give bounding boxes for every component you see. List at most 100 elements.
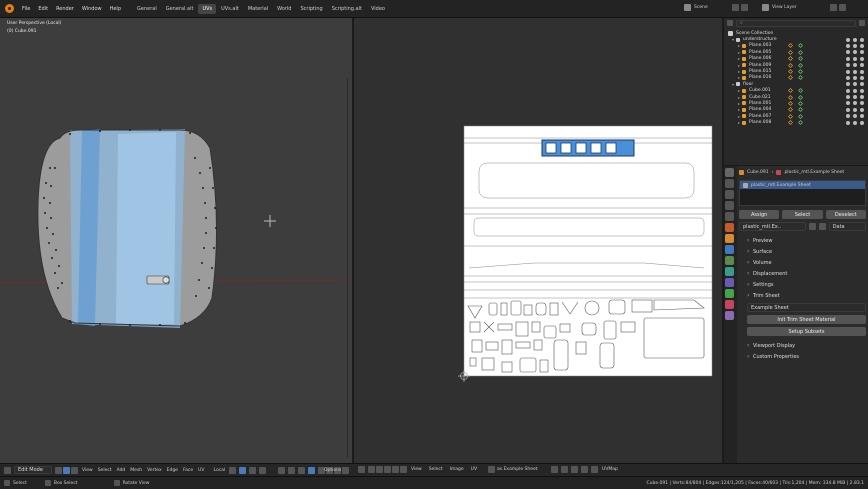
select-toggle-icon[interactable] [846,107,850,112]
proportional-edit-icon[interactable] [259,466,267,474]
uv-sync-icon[interactable] [368,466,375,473]
viewport-menu-mesh[interactable]: Mesh [130,468,142,473]
panel-settings[interactable]: Settings [739,279,866,290]
select-toggle-icon[interactable] [846,69,850,74]
face-select-icon[interactable] [71,466,78,474]
pivot-dropdown[interactable]: Local [214,468,226,473]
unlink-material-icon[interactable] [818,223,826,230]
tab-general[interactable]: General [133,4,161,14]
uv-editor-type-icon[interactable] [358,466,365,473]
mesh-object-icon[interactable] [742,75,747,80]
menu-file[interactable]: File [22,6,30,12]
uv-island-select-icon[interactable] [400,466,407,473]
menu-help[interactable]: Help [110,6,121,12]
panel-trim-sheet[interactable]: Trim Sheet [739,290,866,301]
camera-icon[interactable] [860,63,864,68]
uv-image-canvas[interactable] [354,18,723,463]
uv-menu-image[interactable]: Image [450,467,464,472]
expand-chevron-icon[interactable]: ▸ [738,120,740,125]
data-tab-icon[interactable] [725,289,734,298]
mesh-object-icon[interactable] [742,63,747,68]
blender-logo-icon[interactable] [5,4,14,13]
select-toggle-icon[interactable] [846,120,850,125]
visibility-icon[interactable] [278,466,286,474]
eye-icon[interactable] [853,50,857,55]
scene-name[interactable]: Scene [694,5,732,10]
viewport-menu-view[interactable]: View [82,468,93,473]
init-trim-sheet-button[interactable]: Init Trim Sheet Material [747,315,866,324]
camera-icon[interactable] [860,50,864,55]
new-view-layer-icon[interactable] [830,4,837,11]
viewport-menu-edge[interactable]: Edge [167,468,178,473]
shading-rendered-icon[interactable] [342,466,350,474]
mesh-object-icon[interactable] [742,101,747,106]
select-toggle-icon[interactable] [846,101,850,106]
eye-icon[interactable] [853,88,857,93]
new-scene-icon[interactable] [732,4,739,11]
select-toggle-icon[interactable] [846,95,850,100]
modifier-tab-icon[interactable] [725,245,734,254]
select-button[interactable]: Select [782,210,823,219]
camera-icon[interactable] [860,107,864,112]
camera-icon[interactable] [860,69,864,74]
mesh-object-icon[interactable] [742,69,747,74]
material-datablock-field[interactable]: plastic_mtl.Ex.. [739,222,806,231]
uv-face-select-icon[interactable] [392,466,399,473]
viewport-menu-add[interactable]: Add [117,468,126,473]
camera-icon[interactable] [860,88,864,93]
scene-selector[interactable]: Scene [684,4,748,11]
edge-select-icon[interactable] [63,466,70,474]
tab-scripting-alt[interactable]: Scripting.alt [328,4,366,14]
uv-display-icon[interactable] [591,466,599,473]
mesh-object-icon[interactable] [742,50,747,55]
mesh-object-icon[interactable] [742,88,747,93]
uv-menu-view[interactable]: View [411,467,422,472]
tab-uvs[interactable]: UVs [198,3,217,14]
overlay-icon[interactable] [298,466,306,474]
view-layer-tab-icon[interactable] [725,201,734,210]
mesh-object-icon[interactable] [742,95,747,100]
uvmap-dropdown[interactable]: UVMap [602,467,618,472]
outliner-item[interactable]: ▸ Plane.008 [728,119,868,125]
expand-chevron-icon[interactable]: ▸ [738,107,740,112]
deselect-button[interactable]: Deselect [825,210,866,219]
camera-icon[interactable] [860,120,864,125]
eye-icon[interactable] [853,101,857,106]
assign-button[interactable]: Assign [739,210,780,219]
uv-editor[interactable] [353,18,722,463]
eye-icon[interactable] [853,107,857,112]
camera-icon[interactable] [860,43,864,48]
uv-edge-select-icon[interactable] [384,466,391,473]
eye-icon[interactable] [853,69,857,74]
menu-render[interactable]: Render [56,6,74,12]
expand-chevron-icon[interactable]: ▸ [738,88,740,93]
camera-icon[interactable] [860,56,864,61]
tab-world[interactable]: World [273,4,295,14]
scene-tab-icon[interactable] [725,212,734,221]
eye-icon[interactable] [853,95,857,100]
expand-chevron-icon[interactable]: ▸ [738,69,740,74]
expand-chevron-icon[interactable]: ▾ [732,37,734,42]
material-slot-list[interactable]: plastic_mtl.Example Sheet [739,180,866,206]
camera-icon[interactable] [860,37,864,42]
select-toggle-icon[interactable] [846,63,850,68]
tab-scripting[interactable]: Scripting [296,4,326,14]
transform-orientation-icon[interactable] [229,466,237,474]
image-browse-icon[interactable] [488,466,496,473]
tab-material[interactable]: Material [244,4,272,14]
material-tab-icon[interactable] [725,300,734,309]
texture-tab-icon[interactable] [725,311,734,320]
menu-edit[interactable]: Edit [38,6,48,12]
mesh-object-icon[interactable] [742,120,747,125]
snap-uv-icon[interactable] [561,466,569,473]
duplicate-material-icon[interactable] [808,223,816,230]
setup-subsets-button[interactable]: Setup Subsets [747,327,866,336]
select-toggle-icon[interactable] [846,114,850,119]
tab-uvs-alt[interactable]: UVs.alt [217,4,243,14]
eye-icon[interactable] [853,120,857,125]
panel-volume[interactable]: Volume [739,257,866,268]
select-toggle-icon[interactable] [846,37,850,42]
camera-icon[interactable] [860,114,864,119]
eye-icon[interactable] [853,43,857,48]
viewport-scene[interactable] [0,18,352,463]
